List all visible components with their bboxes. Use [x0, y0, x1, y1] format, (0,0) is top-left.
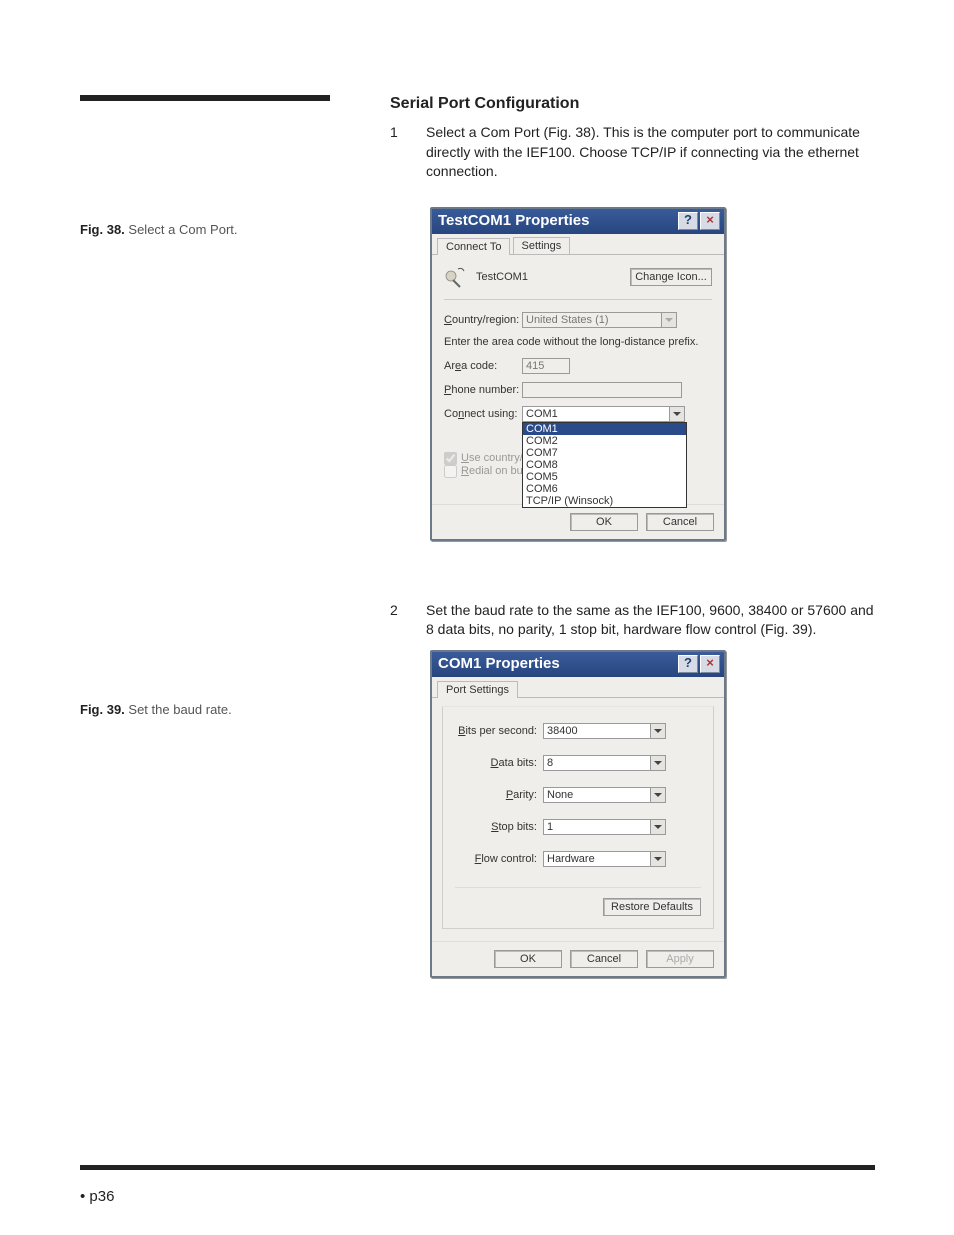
titlebar: COM1 Properties ? ×	[432, 652, 724, 677]
connection-name: TestCOM1	[476, 271, 630, 283]
apply-button: Apply	[646, 950, 714, 968]
section-heading: Serial Port Configuration	[390, 95, 880, 113]
step-2-number: 2	[390, 601, 408, 640]
tab-port-settings[interactable]: Port Settings	[437, 681, 518, 698]
phone-label: Phone number:	[444, 384, 522, 396]
restore-defaults-button[interactable]: Restore Defaults	[603, 898, 701, 916]
step-2: 2 Set the baud rate to the same as the I…	[390, 601, 880, 640]
bottom-rule	[80, 1165, 875, 1170]
country-select: United States (1)	[522, 312, 662, 328]
step-1-text: Select a Com Port (Fig. 38). This is the…	[426, 123, 880, 182]
tab-row: Port Settings	[432, 677, 724, 698]
area-code-input	[522, 358, 570, 374]
dropdown-icon[interactable]	[651, 819, 666, 835]
list-item[interactable]: TCP/IP (Winsock)	[523, 495, 686, 507]
checkbox-icon	[444, 452, 457, 465]
cancel-button[interactable]: Cancel	[570, 950, 638, 968]
dropdown-icon[interactable]	[651, 851, 666, 867]
flow-control-select[interactable]: Hardware	[543, 851, 651, 867]
list-item[interactable]: COM7	[523, 447, 686, 459]
dialog-title: COM1 Properties	[438, 655, 676, 672]
connect-using-label: Connect using:	[444, 408, 522, 420]
stop-bits-label: Stop bits:	[455, 821, 537, 833]
close-button[interactable]: ×	[700, 212, 720, 230]
parity-select[interactable]: None	[543, 787, 651, 803]
bps-select[interactable]: 38400	[543, 723, 651, 739]
dialog-title: TestCOM1 Properties	[438, 212, 676, 229]
close-button[interactable]: ×	[700, 655, 720, 673]
fig-38-label: Fig. 38.	[80, 222, 125, 237]
fig-38-text: Select a Com Port.	[125, 222, 238, 237]
list-item[interactable]: COM1	[523, 423, 686, 435]
dropdown-icon[interactable]	[651, 723, 666, 739]
fig-39-text: Set the baud rate.	[125, 702, 232, 717]
fig-39-label: Fig. 39.	[80, 702, 125, 717]
tab-settings[interactable]: Settings	[513, 237, 571, 254]
dropdown-icon[interactable]	[670, 406, 685, 422]
change-icon-button[interactable]: Change Icon...	[630, 268, 712, 286]
titlebar: TestCOM1 Properties ? ×	[432, 209, 724, 234]
step-1-number: 1	[390, 123, 408, 182]
area-code-note: Enter the area code without the long-dis…	[444, 336, 712, 348]
country-label: Country/region:	[444, 314, 522, 326]
fig-39-caption: Fig. 39. Set the baud rate.	[80, 702, 340, 717]
list-item[interactable]: COM2	[523, 435, 686, 447]
com1-properties-dialog: COM1 Properties ? × Port Settings Bits p…	[430, 650, 726, 978]
step-1: 1 Select a Com Port (Fig. 38). This is t…	[390, 123, 880, 182]
list-item[interactable]: COM8	[523, 459, 686, 471]
help-button[interactable]: ?	[678, 655, 698, 673]
dropdown-icon	[662, 312, 677, 328]
list-item[interactable]: COM5	[523, 471, 686, 483]
connection-icon	[444, 265, 468, 289]
parity-label: Parity:	[455, 789, 537, 801]
stop-bits-select[interactable]: 1	[543, 819, 651, 835]
testcom1-properties-dialog: TestCOM1 Properties ? × Connect To Setti…	[430, 207, 726, 541]
phone-input	[522, 382, 682, 398]
flow-control-label: Flow control:	[455, 853, 537, 865]
bps-label: Bits per second:	[455, 725, 537, 737]
connect-using-select[interactable]: COM1	[522, 406, 670, 422]
list-item[interactable]: COM6	[523, 483, 686, 495]
dropdown-icon[interactable]	[651, 787, 666, 803]
data-bits-select[interactable]: 8	[543, 755, 651, 771]
top-rule	[80, 95, 330, 101]
tab-row: Connect To Settings	[432, 234, 724, 255]
fig-38-caption: Fig. 38. Select a Com Port.	[80, 222, 340, 237]
connect-using-options[interactable]: COM1 COM2 COM7 COM8 COM5 COM6 TCP/IP (Wi…	[522, 422, 687, 508]
tab-connect-to[interactable]: Connect To	[437, 238, 510, 255]
port-settings-group: Bits per second: 38400 Data bits: 8 Pari…	[442, 706, 714, 929]
area-code-label: Area code:	[444, 360, 522, 372]
cancel-button[interactable]: Cancel	[646, 513, 714, 531]
page-number: • p36	[80, 1188, 114, 1205]
checkbox-icon	[444, 465, 457, 478]
ok-button[interactable]: OK	[494, 950, 562, 968]
data-bits-label: Data bits:	[455, 757, 537, 769]
dropdown-icon[interactable]	[651, 755, 666, 771]
step-2-text: Set the baud rate to the same as the IEF…	[426, 601, 880, 640]
ok-button[interactable]: OK	[570, 513, 638, 531]
help-button[interactable]: ?	[678, 212, 698, 230]
